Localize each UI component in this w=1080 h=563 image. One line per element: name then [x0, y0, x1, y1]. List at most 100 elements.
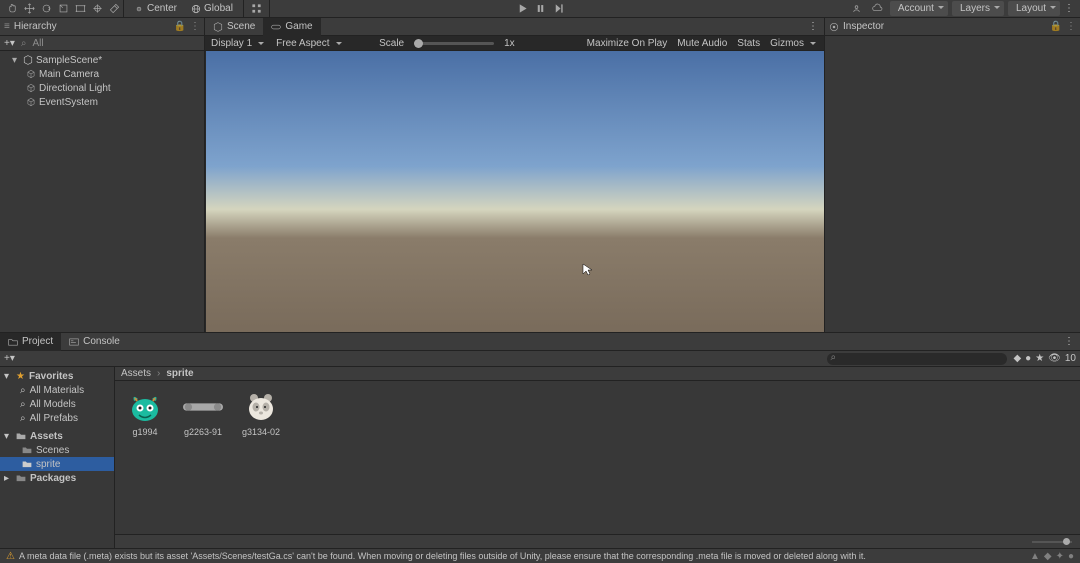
- scale-label: Scale: [379, 38, 404, 49]
- status-bar: ⚠ A meta data file (.meta) exists but it…: [0, 548, 1080, 563]
- hierarchy-title: Hierarchy: [14, 21, 57, 32]
- scale-tool[interactable]: [55, 0, 72, 17]
- layout-dropdown[interactable]: Layout: [1008, 1, 1060, 16]
- favorite-all-models[interactable]: ⌕All Models: [0, 397, 114, 411]
- cloud-icon[interactable]: [869, 0, 886, 17]
- filter-by-label-icon[interactable]: ●: [1025, 353, 1031, 364]
- asset-thumb-panda: [241, 391, 281, 423]
- breadcrumb: Assets › sprite: [115, 367, 1080, 381]
- asset-item[interactable]: g2263-91: [183, 391, 223, 437]
- scale-value: 1x: [504, 38, 515, 49]
- game-view[interactable]: [205, 51, 824, 332]
- status-icon-4[interactable]: ●: [1068, 551, 1074, 562]
- breadcrumb-sprite[interactable]: sprite: [166, 368, 193, 379]
- favorite-star-icon[interactable]: ★: [1035, 353, 1044, 364]
- layers-dropdown[interactable]: Layers: [952, 1, 1004, 16]
- folder-scenes[interactable]: Scenes: [0, 443, 114, 457]
- folder-icon: [16, 473, 26, 483]
- folder-icon: [22, 445, 32, 455]
- hand-tool[interactable]: [4, 0, 21, 17]
- rect-tool[interactable]: [72, 0, 89, 17]
- cursor-icon: [582, 263, 592, 277]
- game-icon: [271, 22, 281, 32]
- hierarchy-menu-button[interactable]: ⋮: [190, 21, 200, 32]
- tab-console[interactable]: Console: [61, 333, 128, 351]
- center-icon: [134, 4, 144, 14]
- stats-toggle[interactable]: Stats: [737, 38, 760, 49]
- assets-root[interactable]: ▾ Assets: [0, 429, 114, 443]
- pause-button[interactable]: [531, 0, 549, 18]
- space-label: Global: [204, 3, 233, 14]
- cube-icon: [26, 83, 36, 93]
- hierarchy-header: ≡ Hierarchy 🔒 ⋮: [0, 18, 204, 36]
- display-dropdown[interactable]: Display 1: [211, 38, 266, 49]
- thumbnail-size-slider[interactable]: [1032, 541, 1072, 543]
- scene-icon: [213, 22, 223, 32]
- hidden-packages-icon[interactable]: 👁: [1048, 353, 1061, 364]
- favorite-all-materials[interactable]: ⌕All Materials: [0, 383, 114, 397]
- hierarchy-create-button[interactable]: +▾: [4, 38, 15, 49]
- inspector-menu-button[interactable]: ⋮: [1066, 21, 1076, 32]
- mute-audio-toggle[interactable]: Mute Audio: [677, 38, 727, 49]
- gizmos-dropdown[interactable]: Gizmos: [770, 38, 818, 49]
- inspector-icon: [829, 22, 839, 32]
- pivot-label: Center: [147, 3, 177, 14]
- cube-icon: [26, 97, 36, 107]
- status-icon-3[interactable]: ✦: [1056, 551, 1064, 562]
- hierarchy-tree: ▾ SampleScene* Main Camera Directional L…: [0, 51, 204, 111]
- gameobject-main-camera[interactable]: Main Camera: [0, 67, 204, 81]
- folder-icon: [16, 431, 26, 441]
- scene-menu-button[interactable]: ⋮: [802, 21, 824, 32]
- asset-thumb-monster: [125, 391, 165, 423]
- hierarchy-search-filter[interactable]: All: [32, 38, 43, 49]
- project-create-button[interactable]: +▾: [4, 353, 15, 364]
- account-dropdown[interactable]: Account: [890, 1, 948, 16]
- inspector-header: Inspector 🔒 ⋮: [825, 18, 1080, 36]
- context-menu-button[interactable]: ⋮: [1064, 3, 1074, 14]
- gameobject-eventsystem[interactable]: EventSystem: [0, 95, 204, 109]
- space-toggle[interactable]: Global: [185, 2, 239, 16]
- folder-sprite[interactable]: sprite: [0, 457, 114, 471]
- unity-icon: [23, 55, 33, 65]
- aspect-dropdown[interactable]: Free Aspect: [276, 38, 343, 49]
- globe-icon: [191, 4, 201, 14]
- favorite-all-prefabs[interactable]: ⌕All Prefabs: [0, 411, 114, 425]
- maximize-on-play-toggle[interactable]: Maximize On Play: [587, 38, 668, 49]
- project-tree: ▾ ★ Favorites ⌕All Materials ⌕All Models…: [0, 367, 115, 548]
- tab-scene[interactable]: Scene: [205, 18, 263, 36]
- transform-tool[interactable]: [89, 0, 106, 17]
- pivot-toggle[interactable]: Center: [128, 2, 183, 16]
- hierarchy-lock-icon[interactable]: 🔒: [174, 21, 186, 32]
- scale-slider[interactable]: [414, 42, 494, 45]
- warning-text: A meta data file (.meta) exists but its …: [19, 551, 866, 561]
- asset-grid: g1994 g2263-91 g3134-02: [115, 381, 1080, 534]
- gameobject-directional-light[interactable]: Directional Light: [0, 81, 204, 95]
- tab-game[interactable]: Game: [263, 18, 320, 36]
- collab-icon[interactable]: [848, 0, 865, 17]
- inspector-title: Inspector: [843, 21, 884, 32]
- rotate-tool[interactable]: [38, 0, 55, 17]
- breadcrumb-assets[interactable]: Assets: [121, 368, 151, 379]
- hidden-count-badge: 10: [1065, 353, 1076, 364]
- folder-icon: [22, 459, 32, 469]
- custom-tool[interactable]: [106, 0, 123, 17]
- snap-toggle[interactable]: [248, 0, 265, 17]
- asset-item[interactable]: g1994: [125, 391, 165, 437]
- favorites-root[interactable]: ▾ ★ Favorites: [0, 369, 114, 383]
- warning-icon: ⚠: [6, 551, 15, 562]
- step-button[interactable]: [549, 0, 567, 18]
- status-icon-2[interactable]: ◆: [1044, 551, 1052, 562]
- scene-root[interactable]: ▾ SampleScene*: [0, 53, 204, 67]
- project-menu-button[interactable]: ⋮: [1058, 336, 1080, 347]
- asset-item[interactable]: g3134-02: [241, 391, 281, 437]
- status-icon-1[interactable]: ▲: [1030, 551, 1040, 562]
- project-search-input[interactable]: [827, 353, 1007, 365]
- packages-root[interactable]: ▸ Packages: [0, 471, 114, 485]
- inspector-lock-icon[interactable]: 🔒: [1050, 21, 1062, 32]
- play-button[interactable]: [513, 0, 531, 18]
- game-canvas: [206, 51, 824, 332]
- move-tool[interactable]: [21, 0, 38, 17]
- filter-by-type-icon[interactable]: ◆: [1013, 353, 1021, 364]
- tab-project[interactable]: Project: [0, 333, 61, 351]
- main-toolbar: Center Global Account Layers Layout ⋮: [0, 0, 1080, 18]
